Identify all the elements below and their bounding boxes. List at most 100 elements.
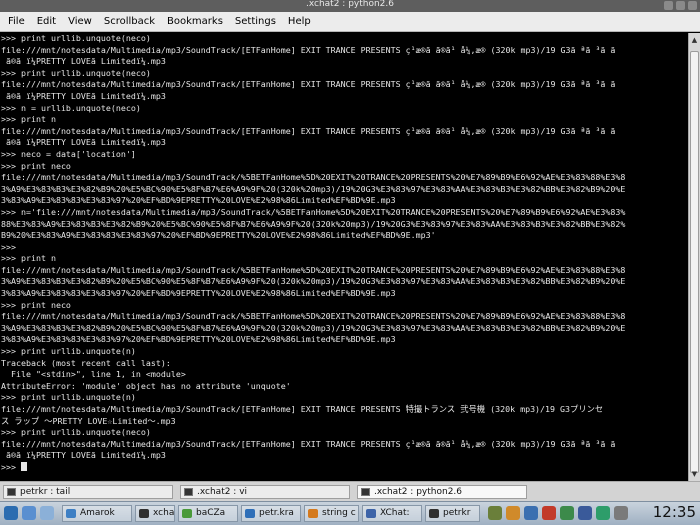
window-tab-label: petrkr : tail: [20, 487, 71, 497]
scrollbar-thumb[interactable]: [690, 51, 699, 473]
terminal-line: >>> print urllib.unquote(neco): [1, 33, 151, 43]
terminal-icon: [139, 509, 149, 518]
terminal-line: file:///mnt/notesdata/Multimedia/mp3/Sou…: [1, 438, 616, 449]
terminal-line: >>>: [1, 241, 16, 252]
tray-battery-icon[interactable]: [596, 506, 610, 520]
terminal-line: >>> print urllib.unquote(n): [1, 346, 136, 357]
xchat-icon: [366, 509, 376, 518]
close-button[interactable]: [688, 1, 697, 10]
terminal-line: ã®ã ï¼PRETTY LOVEã Limitedï¼.mp3: [1, 56, 166, 67]
browser-icon: [308, 509, 318, 518]
task-xchat[interactable]: XChat:: [362, 505, 422, 522]
terminal-icon: [361, 488, 370, 496]
terminal-icon: [429, 509, 439, 518]
window-tab-label: .xchat2 : python2.6: [374, 487, 463, 497]
minimize-button[interactable]: [664, 1, 673, 10]
terminal-line: 3%83%A9%E3%83%83%E3%83%97%20%EF%BD%9EPRE…: [1, 334, 396, 345]
taskbar-panel: Amarok xchat2 baCZa petr.kra string c XC…: [0, 501, 700, 525]
maximize-button[interactable]: [676, 1, 685, 10]
terminal-line: file:///mnt/notesdata/Multimedia/mp3/Sou…: [1, 44, 616, 55]
menu-help[interactable]: Help: [282, 12, 317, 32]
task-bacza[interactable]: baCZa: [178, 505, 238, 522]
tray-chat-icon[interactable]: [560, 506, 574, 520]
prompt: >>>: [1, 461, 21, 472]
terminal-line: >>> print urllib.unquote(neco): [1, 427, 151, 438]
terminal-line: ã®ã ï¼PRETTY LOVEã Limitedï¼.mp3: [1, 137, 166, 148]
terminal-line: >>> print n: [1, 114, 56, 125]
terminal-line: >>> print neco: [1, 160, 71, 171]
scroll-down-arrow-icon[interactable]: ▼: [690, 469, 699, 479]
terminal-icon: [7, 488, 16, 496]
terminal-line: >>> n='file:///mnt/notesdata/Multimedia/…: [1, 206, 626, 217]
tray-power-icon[interactable]: [614, 506, 628, 520]
window-title: .xchat2 : python2.6: [305, 0, 394, 9]
terminal-line: Traceback (most recent call last):: [1, 357, 171, 368]
terminal-line: 88%E3%83%A9%E3%83%B3%E3%82%B9%20%E5%BC%9…: [1, 218, 626, 229]
task-label: string c: [322, 508, 356, 518]
tray-updates-icon[interactable]: [506, 506, 520, 520]
terminal-line: file:///mnt/notesdata/Multimedia/mp3/Sou…: [1, 79, 616, 90]
amarok-icon: [66, 509, 76, 518]
terminal-icon: [184, 488, 193, 496]
terminal-line: ã®ã ï¼PRETTY LOVEã Limitedï¼.mp3: [1, 90, 166, 101]
terminal-line: ス ラップ ～PRETTY LOVE☆Limited～.mp3: [1, 415, 176, 426]
terminal-line: AttributeError: 'module' object has no a…: [1, 380, 291, 391]
terminal-line: file:///mnt/notesdata/Multimedia/mp3/Sou…: [1, 125, 616, 136]
task-label: xchat2: [153, 508, 175, 518]
scrollbar[interactable]: ▲ ▼: [688, 33, 700, 481]
menu-file[interactable]: File: [2, 12, 31, 32]
terminal-line: >>> print urllib.unquote(n): [1, 392, 136, 403]
task-amarok[interactable]: Amarok: [62, 505, 132, 522]
window-tab-vi[interactable]: .xchat2 : vi: [180, 485, 350, 499]
konsole-window-list: petrkr : tail .xchat2 : vi .xchat2 : pyt…: [0, 481, 700, 501]
terminal-line: >>> print neco: [1, 299, 71, 310]
clock[interactable]: 12:35: [653, 503, 696, 521]
terminal-output[interactable]: >>> print urllib.unquote(neco) file:///mn…: [0, 33, 688, 481]
tray-volume-icon[interactable]: [578, 506, 592, 520]
menu-scrollback[interactable]: Scrollback: [98, 12, 161, 32]
task-label: petr.kra: [259, 508, 294, 518]
terminal-line: 3%83%A9%E3%83%83%E3%83%97%20%EF%BD%9EPRE…: [1, 195, 396, 206]
task-string[interactable]: string c: [304, 505, 359, 522]
chat-icon: [182, 509, 192, 518]
scroll-up-arrow-icon[interactable]: ▲: [690, 35, 699, 45]
desktop-icon[interactable]: [22, 506, 36, 520]
terminal-line: >>> print n: [1, 253, 56, 264]
tray-network-icon[interactable]: [488, 506, 502, 520]
task-label: XChat:: [380, 508, 410, 518]
terminal-line: 3%83%A9%E3%83%83%E3%83%97%20%EF%BD%9EPRE…: [1, 288, 396, 299]
window-tab-label: .xchat2 : vi: [197, 487, 248, 497]
terminal-line: ã®ã ï¼PRETTY LOVEã Limitedï¼.mp3: [1, 450, 166, 461]
tray-amarok-icon[interactable]: [542, 506, 556, 520]
terminal-line: 3%A9%E3%83%B3%E3%82%B9%20%E5%BC%90%E5%8F…: [1, 276, 626, 287]
task-petr-kra[interactable]: petr.kra: [241, 505, 301, 522]
window-tab-tail[interactable]: petrkr : tail: [3, 485, 173, 499]
window-tab-python[interactable]: .xchat2 : python2.6: [357, 485, 527, 499]
terminal-line: file:///mnt/notesdata/Multimedia/mp3/Sou…: [1, 311, 626, 322]
tray-clipboard-icon[interactable]: [524, 506, 538, 520]
task-label: baCZa: [196, 508, 226, 518]
terminal-line: File "<stdin>", line 1, in <module>: [1, 369, 186, 380]
menu-edit[interactable]: Edit: [31, 12, 62, 32]
menu-settings[interactable]: Settings: [229, 12, 282, 32]
menu-view[interactable]: View: [62, 12, 98, 32]
terminal-line: >>> print urllib.unquote(neco): [1, 67, 151, 78]
terminal-line: 3%A9%E3%83%B3%E3%82%B9%20%E5%BC%90%E5%8F…: [1, 183, 626, 194]
terminal-prompt-line[interactable]: >>>: [1, 461, 688, 474]
terminal-line: file:///mnt/notesdata/Multimedia/mp3/Sou…: [1, 404, 604, 414]
menu-bookmarks[interactable]: Bookmarks: [161, 12, 229, 32]
terminal-line: file:///mnt/notesdata/Multimedia/mp3/Sou…: [1, 172, 626, 183]
task-xchat2[interactable]: xchat2: [135, 505, 175, 522]
task-label: Amarok: [80, 508, 115, 518]
kde-menu-icon[interactable]: [4, 506, 18, 520]
terminal-line: >>> neco = data['location']: [1, 148, 136, 159]
files-icon[interactable]: [40, 506, 54, 520]
task-label: petrkr: [443, 508, 471, 518]
terminal-lines: >>> print urllib.unquote(neco) file:///mn…: [0, 33, 688, 474]
terminal-line: 3%A9%E3%83%B3%E3%82%B9%20%E5%BC%90%E5%8F…: [1, 322, 626, 333]
terminal-line: >>> n = urllib.unquote(neco): [1, 102, 141, 113]
title-bar[interactable]: .xchat2 : python2.6: [0, 0, 700, 12]
text-cursor: [20, 461, 27, 471]
menu-bar: File Edit View Scrollback Bookmarks Sett…: [0, 12, 700, 32]
task-petrkr[interactable]: petrkr: [425, 505, 480, 522]
